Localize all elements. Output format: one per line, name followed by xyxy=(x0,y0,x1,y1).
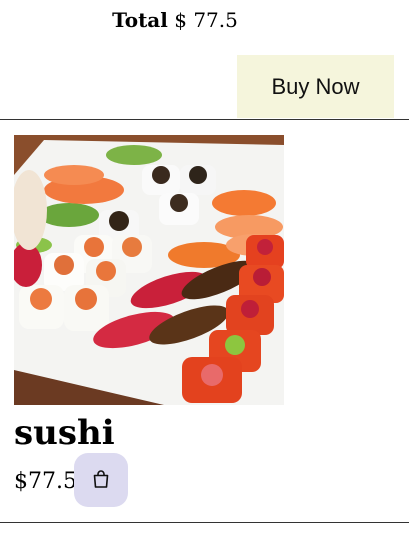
buy-now-button[interactable]: Buy Now xyxy=(237,55,394,118)
total-value: $ 77.5 xyxy=(174,8,238,32)
shopping-bag-icon xyxy=(91,469,111,492)
product-image xyxy=(14,135,284,405)
product-price: $77.5 xyxy=(14,469,77,494)
divider xyxy=(0,522,409,523)
add-to-cart-button[interactable] xyxy=(74,453,128,507)
cart-total: Total $ 77.5 xyxy=(0,6,350,34)
total-label: Total xyxy=(112,8,168,32)
product-name: sushi xyxy=(14,413,115,453)
sushi-platter-image xyxy=(14,135,284,405)
page: Total $ 77.5 Buy Now sushi $77.5 xyxy=(0,0,409,559)
divider xyxy=(0,119,409,120)
